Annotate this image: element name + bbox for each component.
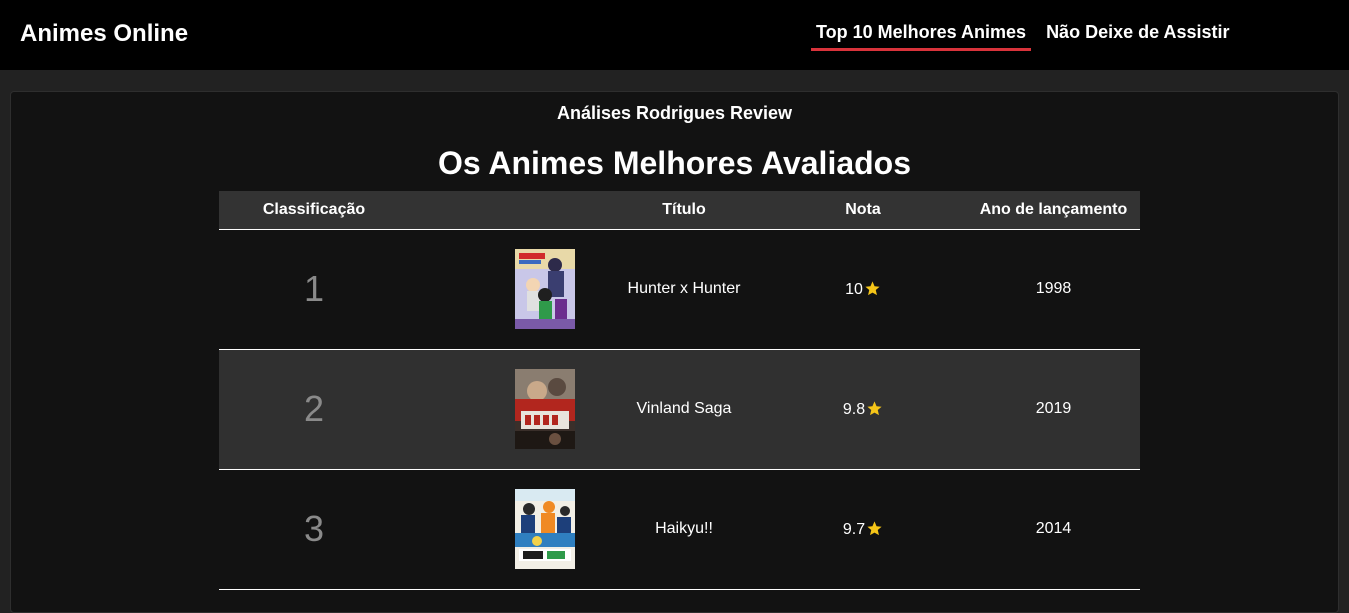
rank-number: 2 xyxy=(303,388,325,429)
release-year: 2019 xyxy=(1035,400,1072,417)
site-brand[interactable]: Animes Online xyxy=(20,20,188,48)
anime-title: Haikyu!! xyxy=(655,520,713,537)
table-row: 2 Vinland Saga 9.8 2019 xyxy=(219,349,1140,469)
hunter-x-hunter-poster[interactable] xyxy=(515,249,575,329)
table-header-row: Classificação Título Nota Ano de lançame… xyxy=(219,191,1140,229)
main-nav: Top 10 Melhores Animes Não Deixe de Assi… xyxy=(811,20,1229,51)
column-header-rank: Classificação xyxy=(262,200,366,218)
page-title: Os Animes Melhores Avaliados xyxy=(437,145,912,181)
table-row: 3 Haikyu!! 9.7 2014 xyxy=(219,469,1140,589)
anime-title: Hunter x Hunter xyxy=(627,280,741,297)
score-value: 9.7 xyxy=(842,520,866,538)
score-cell: 10 xyxy=(759,229,967,349)
release-year: 1998 xyxy=(1035,280,1072,297)
haikyuu-poster[interactable] xyxy=(515,489,575,569)
rank-number: 3 xyxy=(303,508,325,549)
vinland-saga-poster[interactable] xyxy=(515,369,575,449)
column-header-score: Nota xyxy=(845,200,881,218)
score-cell: 9.7 xyxy=(759,469,967,589)
score-value: 9.8 xyxy=(842,400,866,418)
star-icon xyxy=(865,280,880,295)
column-header-title: Título xyxy=(662,200,706,218)
nav-link-dont-miss[interactable]: Não Deixe de Assistir xyxy=(1046,20,1229,51)
anime-title: Vinland Saga xyxy=(636,400,732,417)
score-cell: 9.8 xyxy=(759,349,967,469)
table-row: 1 Hunter x Hunter 10 1998 xyxy=(219,229,1140,349)
nav-link-top10[interactable]: Top 10 Melhores Animes xyxy=(811,20,1032,51)
ranking-table: Classificação Título Nota Ano de lançame… xyxy=(219,191,1140,590)
score-value: 10 xyxy=(845,280,863,298)
page-subtitle: Análises Rodrigues Review xyxy=(556,103,793,123)
column-header-cover xyxy=(409,191,609,229)
release-year: 2014 xyxy=(1035,520,1072,537)
top-navbar: Animes Online Top 10 Melhores Animes Não… xyxy=(0,0,1349,70)
star-icon xyxy=(867,400,882,415)
star-icon xyxy=(867,520,882,535)
column-header-year: Ano de lançamento xyxy=(979,200,1128,218)
content-card: Análises Rodrigues Review Os Animes Melh… xyxy=(10,91,1339,613)
rank-number: 1 xyxy=(303,268,325,309)
